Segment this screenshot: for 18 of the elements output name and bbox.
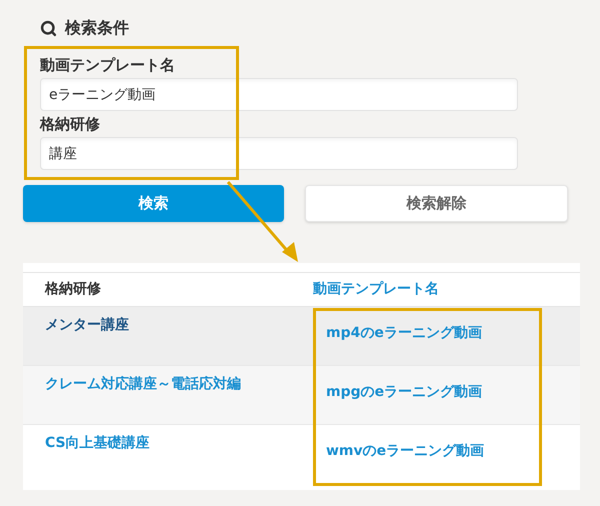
search-button[interactable]: 検索: [23, 185, 284, 222]
field-label: 格納研修: [40, 114, 101, 135]
input-field[interactable]: eラーニング動画: [40, 78, 518, 111]
column-header: 格納研修: [44, 280, 101, 299]
column-header: 動画テンプレート名: [313, 280, 439, 299]
table-row[interactable]: クレーム対応講座～電話応対編 mpgのeラーニング動画: [23, 366, 580, 425]
panel-title: 検索条件: [65, 17, 129, 39]
template-link[interactable]: wmvのeラーニング動画: [313, 425, 484, 462]
search-icon: [40, 20, 57, 36]
clear-button[interactable]: 検索解除: [305, 185, 568, 222]
table-row[interactable]: メンター講座 mp4のeラーニング動画: [23, 307, 580, 366]
course-link[interactable]: メンター講座: [23, 307, 129, 336]
template-link[interactable]: mp4のeラーニング動画: [313, 307, 482, 344]
course-link[interactable]: CS向上基礎講座: [23, 425, 150, 454]
course-link[interactable]: クレーム対応講座～電話応対編: [23, 366, 241, 395]
field-label: 動画テンプレート名: [40, 55, 176, 76]
input-field[interactable]: 講座: [40, 137, 518, 170]
template-link[interactable]: mpgのeラーニング動画: [313, 366, 482, 403]
